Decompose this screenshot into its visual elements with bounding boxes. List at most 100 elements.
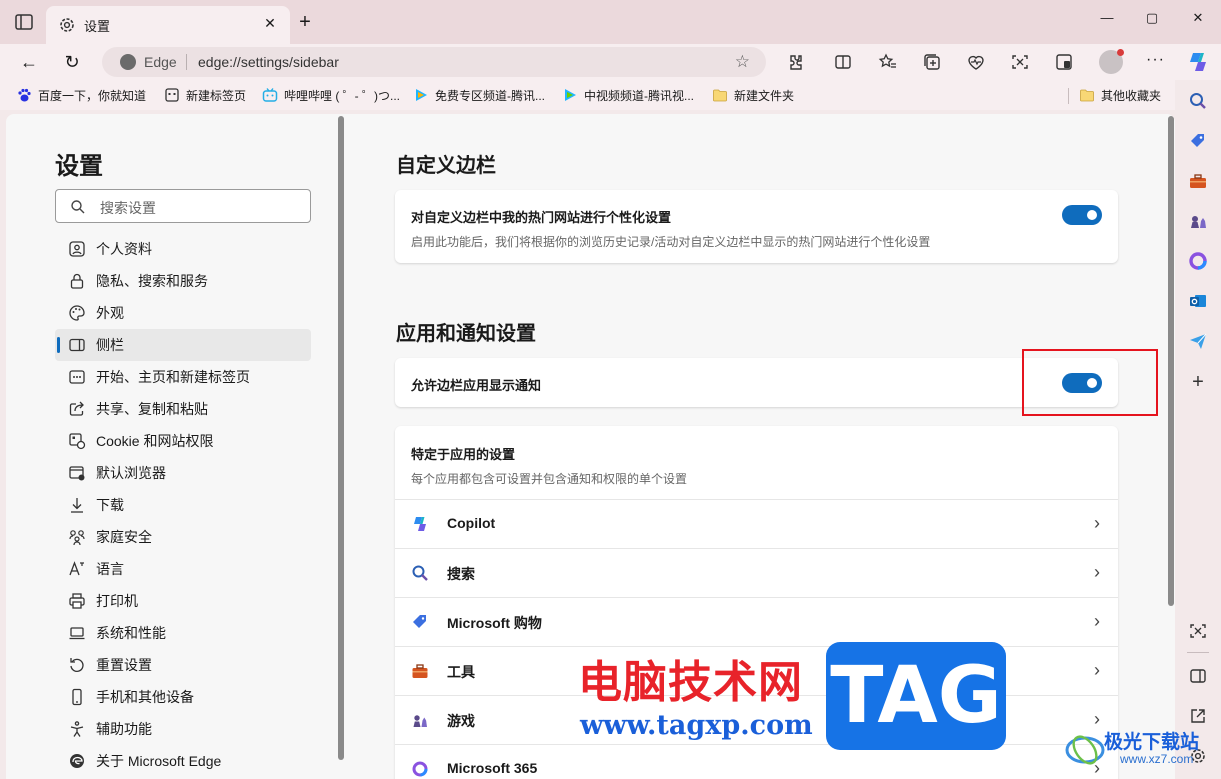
app-label: Copilot: [447, 515, 496, 531]
card-description: 启用此功能后，我们将根据你的浏览历史记录/活动对自定义边栏中显示的热门网站进行个…: [411, 235, 931, 249]
more-options-icon[interactable]: ···: [1146, 51, 1165, 69]
m365-icon[interactable]: [1188, 251, 1208, 271]
app-row-search[interactable]: 搜索 ›: [395, 548, 1118, 597]
nav-item-family[interactable]: 家庭安全: [55, 521, 311, 553]
copilot-icon[interactable]: [1186, 50, 1210, 74]
copilot-icon: [414, 517, 426, 531]
nav-item-profile[interactable]: 个人资料: [55, 233, 311, 265]
minimize-button[interactable]: —: [1097, 10, 1117, 26]
split-screen-icon[interactable]: [833, 52, 853, 72]
address-bar[interactable]: Edge edge://settings/sidebar ☆: [102, 47, 766, 77]
palette-icon: [69, 305, 85, 321]
nav-item-about[interactable]: 关于 Microsoft Edge: [55, 745, 311, 777]
favorites-bar: 百度一下，你就知道 新建标签页 哔哩哔哩 ( ゜- ゜)つ... 免费专区频道-…: [0, 80, 1175, 110]
app-row-copilot[interactable]: Copilot ›: [395, 499, 1118, 548]
search-icon[interactable]: [1188, 91, 1208, 111]
bookmark-bilibili[interactable]: 哔哩哔哩 ( ゜- ゜)つ...: [262, 87, 400, 103]
title-bar: 设置 ✕ + — ▢ ✕: [0, 0, 1221, 44]
extensions-icon[interactable]: [785, 52, 805, 72]
chevron-right-icon: ›: [1094, 513, 1100, 533]
settings-search-input[interactable]: 搜索设置: [55, 189, 311, 223]
add-app-icon[interactable]: +: [1188, 372, 1208, 392]
nav-scrollbar-thumb[interactable]: [338, 116, 344, 760]
lock-icon: [70, 273, 84, 289]
personalize-top-sites-toggle[interactable]: [1062, 205, 1102, 225]
hide-sidebar-icon[interactable]: [1188, 666, 1208, 686]
browser-essentials-icon[interactable]: [966, 52, 986, 72]
nav-item-downloads[interactable]: 下载: [55, 489, 311, 521]
baidu-paw-icon: [18, 88, 31, 102]
nav-item-printer[interactable]: 打印机: [55, 585, 311, 617]
nav-item-label: Cookie 和网站权限: [96, 433, 214, 449]
nav-item-language[interactable]: 语言: [55, 553, 311, 585]
screenshot-icon[interactable]: [1010, 52, 1030, 72]
bookmark-tencent-free[interactable]: 免费专区频道-腾讯...: [413, 87, 545, 103]
tab-settings[interactable]: 设置 ✕: [46, 6, 290, 44]
app-row-m365[interactable]: Microsoft 365 ›: [395, 744, 1118, 779]
download-icon: [71, 498, 83, 513]
bookmark-label: 其他收藏夹: [1101, 88, 1162, 103]
main-scrollbar-thumb[interactable]: [1168, 116, 1174, 606]
nav-item-label: 个人资料: [96, 241, 152, 257]
nav-item-label: 外观: [96, 305, 124, 321]
nav-item-default-browser[interactable]: 默认浏览器: [55, 457, 311, 489]
profile-avatar[interactable]: [1099, 49, 1124, 74]
bookmark-new-tab[interactable]: 新建标签页: [164, 87, 246, 103]
close-window-button[interactable]: ✕: [1188, 10, 1208, 26]
app-label: 游戏: [447, 713, 475, 729]
nav-item-system[interactable]: 系统和性能: [55, 617, 311, 649]
favorite-star-icon[interactable]: ☆: [735, 52, 750, 72]
workspaces-icon[interactable]: [1054, 52, 1074, 72]
bookmark-tencent-mid[interactable]: 中视频频道-腾讯视...: [562, 87, 694, 103]
chess-icon[interactable]: [1188, 211, 1208, 231]
edge-sidebar: +: [1175, 80, 1221, 779]
tab-actions-icon[interactable]: [14, 12, 34, 32]
nav-item-label: 重置设置: [96, 657, 152, 673]
nav-item-label: 侧栏: [96, 337, 124, 353]
other-favorites-folder[interactable]: 其他收藏夹: [1079, 87, 1161, 103]
sidebar-icon: [69, 338, 85, 352]
edge-logo-icon: [120, 54, 136, 70]
main-scrollbar[interactable]: [1166, 114, 1175, 779]
url-text[interactable]: edge://settings/sidebar: [198, 54, 339, 70]
chevron-right-icon: ›: [1094, 562, 1100, 582]
maximize-button[interactable]: ▢: [1142, 10, 1162, 26]
toolbox-icon[interactable]: [1188, 171, 1208, 191]
nav-item-phone[interactable]: 手机和其他设备: [55, 681, 311, 713]
new-tab-button[interactable]: +: [296, 12, 314, 32]
nav-item-sidebar[interactable]: 侧栏: [55, 329, 311, 361]
nav-item-appearance[interactable]: 外观: [55, 297, 311, 329]
nav-item-reset[interactable]: 重置设置: [55, 649, 311, 681]
bookmark-baidu[interactable]: 百度一下，你就知道: [16, 87, 146, 103]
outlook-icon[interactable]: [1188, 291, 1208, 311]
screenshot-icon[interactable]: [1188, 621, 1208, 641]
nav-item-start-home[interactable]: 开始、主页和新建标签页: [55, 361, 311, 393]
watermark-cn-text: 电脑技术网: [578, 657, 803, 708]
bilibili-tv-icon: [262, 88, 278, 102]
nav-item-label: 关于 Microsoft Edge: [96, 753, 222, 769]
nav-item-accessibility[interactable]: 辅助功能: [55, 713, 311, 745]
toggle-knob: [1087, 210, 1097, 220]
nav-item-privacy[interactable]: 隐私、搜索和服务: [55, 265, 311, 297]
nav-item-share[interactable]: 共享、复制和粘贴: [55, 393, 311, 425]
nav-item-cookies[interactable]: Cookie 和网站权限: [55, 425, 311, 457]
close-tab-icon[interactable]: ✕: [262, 15, 278, 31]
watermark-site2-name: 极光下载站: [1104, 731, 1200, 753]
shopping-tag-icon[interactable]: [1188, 131, 1208, 151]
profile-icon: [69, 241, 85, 257]
nav-item-label: 系统和性能: [96, 625, 166, 641]
notification-dot: [1117, 49, 1124, 56]
favorites-icon[interactable]: [878, 52, 898, 72]
send-paper-plane-icon[interactable]: [1188, 331, 1208, 351]
back-button[interactable]: ←: [18, 51, 40, 73]
bookmark-folder-new[interactable]: 新建文件夹: [712, 87, 794, 103]
app-row-shopping[interactable]: Microsoft 购物 ›: [395, 597, 1118, 646]
refresh-button[interactable]: ↻: [61, 51, 83, 73]
browser-icon: [69, 466, 85, 481]
nav-scrollbar[interactable]: [337, 114, 345, 779]
app-label: Microsoft 365: [447, 760, 538, 776]
collections-icon[interactable]: [922, 52, 942, 72]
card-title: 允许边栏应用显示通知: [411, 378, 542, 393]
allow-notifications-card: 允许边栏应用显示通知: [395, 358, 1118, 407]
personalize-top-sites-card: 对自定义边栏中我的热门网站进行个性化设置 启用此功能后，我们将根据你的浏览历史记…: [395, 190, 1118, 263]
